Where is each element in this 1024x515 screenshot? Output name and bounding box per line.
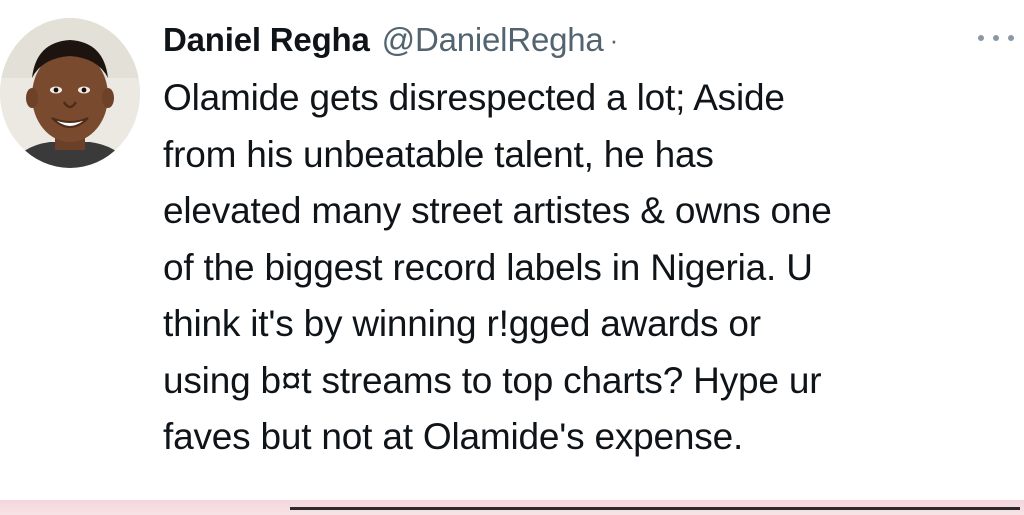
author-display-name[interactable]: Daniel Regha bbox=[163, 21, 370, 59]
tweet-header: Daniel Regha @DanielRegha · bbox=[163, 14, 618, 66]
tweet-text-line: faves but not at Olamide's expense. bbox=[163, 416, 744, 457]
tweet-text-line: from his unbeatable talent, he has bbox=[163, 133, 714, 175]
separator-dot: · bbox=[609, 24, 619, 55]
more-dot bbox=[993, 35, 999, 41]
avatar-photo bbox=[0, 18, 140, 168]
tweet-text-line: elevated many street artistes & owns one bbox=[163, 190, 832, 231]
avatar[interactable] bbox=[0, 18, 140, 168]
bottom-divider bbox=[290, 507, 1020, 510]
more-dot bbox=[1008, 35, 1014, 41]
tweet-text: Olamide gets disrespected a lot; Aside f… bbox=[163, 70, 1013, 466]
tweet-text-line: of the biggest record labels in Nigeria.… bbox=[163, 246, 813, 288]
more-dot bbox=[978, 35, 984, 41]
tweet-card[interactable]: Daniel Regha @DanielRegha · Olamide gets… bbox=[0, 0, 1024, 500]
tweet-text-line: think it's by winning r!gged awards or bbox=[163, 303, 761, 344]
author-handle[interactable]: @DanielRegha bbox=[382, 21, 604, 59]
tweet-text-line: using b¤t streams to top charts? Hype ur bbox=[163, 359, 822, 401]
tweet-text-line: Olamide gets disrespected a lot; Aside bbox=[163, 77, 785, 118]
more-horizontal-icon[interactable] bbox=[978, 30, 1014, 46]
